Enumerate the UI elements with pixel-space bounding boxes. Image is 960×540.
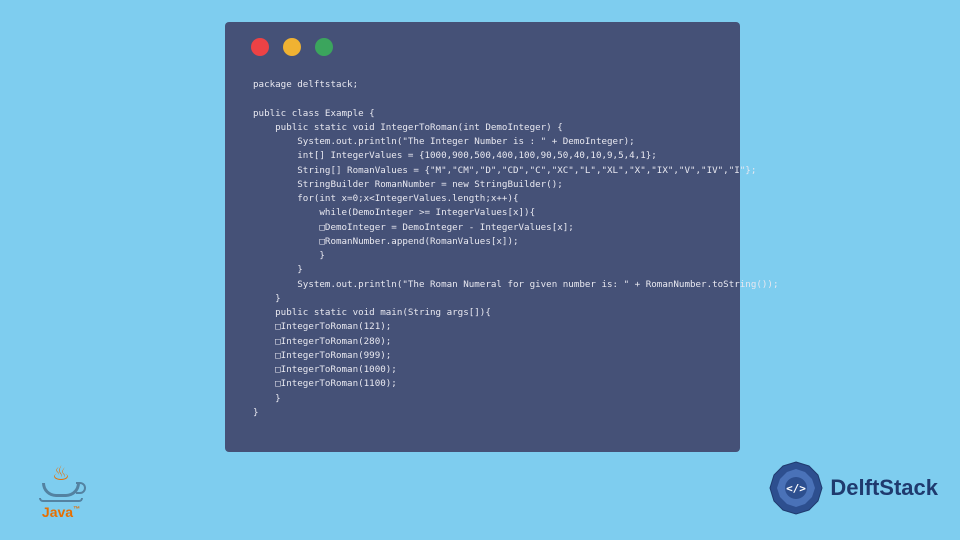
code-line: public static void main(String args[]){ xyxy=(253,307,491,318)
code-line: } xyxy=(253,293,281,304)
code-line: □IntegerToRoman(1100); xyxy=(253,378,397,389)
code-line: for(int x=0;x<IntegerValues.length;x++){ xyxy=(253,193,519,204)
code-line: } xyxy=(253,250,325,261)
code-line: □IntegerToRoman(280); xyxy=(253,336,391,347)
java-saucer-icon xyxy=(39,498,83,502)
code-line: while(DemoInteger >= IntegerValues[x]){ xyxy=(253,207,535,218)
code-line: □IntegerToRoman(1000); xyxy=(253,364,397,375)
window-controls xyxy=(225,22,740,56)
code-line: package delftstack; xyxy=(253,79,358,90)
code-line: □IntegerToRoman(121); xyxy=(253,321,391,332)
code-window: package delftstack; public class Example… xyxy=(225,22,740,452)
code-line: public class Example { xyxy=(253,108,375,119)
code-line: StringBuilder RomanNumber = new StringBu… xyxy=(253,179,563,190)
code-line: } xyxy=(253,393,281,404)
code-line: String[] RomanValues = {"M","CM","D","CD… xyxy=(253,165,756,176)
code-line: System.out.println("The Roman Numeral fo… xyxy=(253,279,778,290)
code-line: □IntegerToRoman(999); xyxy=(253,350,391,361)
minimize-icon[interactable] xyxy=(283,38,301,56)
code-line: System.out.println("The Integer Number i… xyxy=(253,136,635,147)
code-line: □DemoInteger = DemoInteger - IntegerValu… xyxy=(253,222,574,233)
code-line: public static void IntegerToRoman(int De… xyxy=(253,122,563,133)
delftstack-label: DelftStack xyxy=(830,475,938,501)
code-line: } xyxy=(253,264,303,275)
close-icon[interactable] xyxy=(251,38,269,56)
svg-text:</>: </> xyxy=(786,482,806,495)
java-logo: ♨ Java xyxy=(32,468,90,520)
code-block: package delftstack; public class Example… xyxy=(225,56,740,420)
java-steam-icon: ♨ xyxy=(32,468,90,480)
code-line: int[] IntegerValues = {1000,900,500,400,… xyxy=(253,150,657,161)
delftstack-logo: </> DelftStack xyxy=(768,460,938,516)
code-line: } xyxy=(253,407,259,418)
delftstack-badge-icon: </> xyxy=(768,460,824,516)
java-label: Java xyxy=(32,504,90,520)
code-line: □RomanNumber.append(RomanValues[x]); xyxy=(253,236,519,247)
java-cup-icon xyxy=(42,483,80,497)
maximize-icon[interactable] xyxy=(315,38,333,56)
